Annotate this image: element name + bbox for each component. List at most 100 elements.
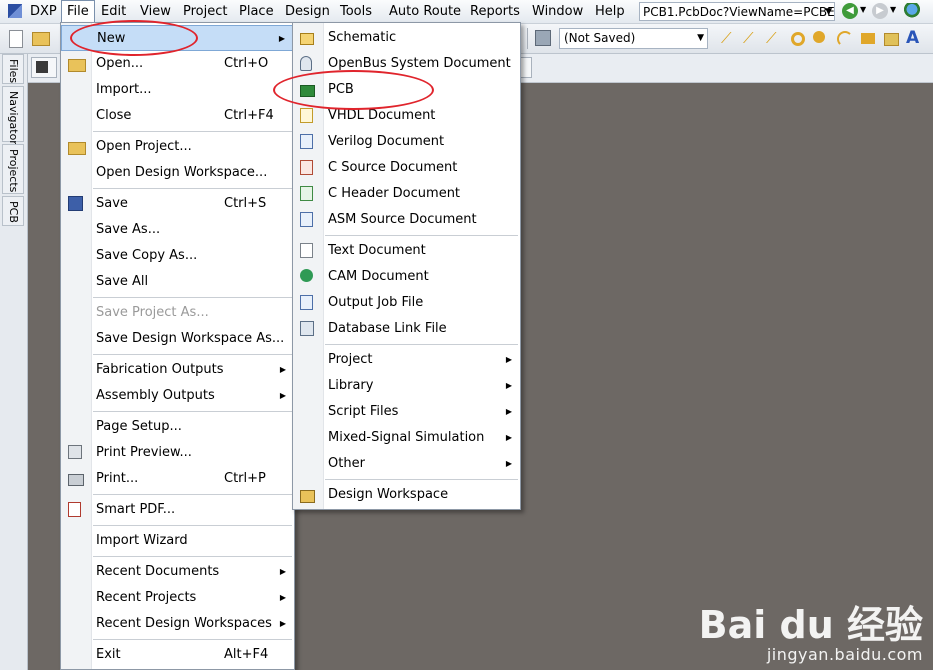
dropdown-arrow-icon: ▼ (697, 33, 704, 43)
new-menu-item-cam-document[interactable]: CAM Document (293, 264, 520, 290)
menu-separator (93, 556, 292, 557)
file-menu-item-close[interactable]: Close Ctrl+F4 (61, 103, 294, 129)
menu-tools[interactable]: Tools (340, 0, 372, 23)
file-menu-item-label: Exit (96, 647, 121, 662)
file-menu-item-import-wizard[interactable]: Import Wizard (61, 528, 294, 554)
file-menu-item-label: Print... (96, 471, 139, 486)
watermark-url: jingyan.baidu.com (766, 645, 923, 664)
menu-separator (325, 235, 518, 236)
place-arc-icon[interactable] (837, 31, 853, 47)
board-insight-icon[interactable] (535, 30, 551, 46)
new-menu-item-asm-source-document[interactable]: ASM Source Document (293, 207, 520, 233)
menu-separator (325, 344, 518, 345)
file-menu-item-label: Recent Documents (96, 564, 220, 579)
document-selector-value: PCB1.PcbDoc?ViewName=PCBE (643, 5, 835, 19)
back-dropdown-icon[interactable]: ▼ (860, 5, 866, 14)
diff-pair-route-icon[interactable]: ⟋ (743, 30, 759, 46)
file-menu-item-label: Recent Design Workspaces (96, 616, 272, 631)
interactive-route-icon[interactable]: ⟋ (721, 30, 737, 46)
place-via-icon[interactable] (813, 31, 825, 43)
menu-auto-route[interactable]: Auto Route (389, 0, 461, 23)
new-menu-item-output-job-file[interactable]: Output Job File (293, 290, 520, 316)
new-document-icon[interactable] (9, 30, 23, 48)
home-icon[interactable] (903, 3, 921, 19)
file-menu-item-open-project[interactable]: Open Project... (61, 134, 294, 160)
file-menu-item-save-design-workspace-as[interactable]: Save Design Workspace As... (61, 326, 294, 352)
file-menu-item-print[interactable]: Print... Ctrl+P (61, 466, 294, 492)
place-pad-icon[interactable] (791, 32, 805, 46)
document-selector[interactable]: PCB1.PcbDoc?ViewName=PCBE ▼ (639, 2, 835, 21)
new-menu-item-script-files[interactable]: Script Files ▶ (293, 399, 520, 425)
file-menu-item-recent-documents[interactable]: Recent Documents ▶ (61, 559, 294, 585)
document-tab[interactable] (31, 57, 57, 78)
file-menu-item-open-design-workspace[interactable]: Open Design Workspace... (61, 160, 294, 186)
new-menu-item-project[interactable]: Project ▶ (293, 347, 520, 373)
menu-window[interactable]: Window (532, 0, 583, 23)
file-menu-item-import[interactable]: Import... (61, 77, 294, 103)
tab-navigator[interactable]: Navigator (2, 86, 24, 145)
new-menu-item-verilog-document[interactable]: Verilog Document (293, 129, 520, 155)
new-menu-item-design-workspace[interactable]: Design Workspace (293, 482, 520, 508)
new-menu-item-text-document[interactable]: Text Document (293, 238, 520, 264)
menu-file[interactable]: File (61, 0, 95, 23)
dxp-logo-icon[interactable] (8, 4, 22, 18)
new-menu-item-library[interactable]: Library ▶ (293, 373, 520, 399)
place-polygon-icon[interactable] (884, 33, 899, 46)
submenu-arrow-icon: ▶ (505, 381, 512, 390)
open-folder-icon[interactable] (32, 32, 50, 46)
new-menu-item-mixed-signal-simulation[interactable]: Mixed-Signal Simulation ▶ (293, 425, 520, 451)
file-menu-item-label: Save As... (96, 222, 161, 237)
file-menu-item-save-all[interactable]: Save All (61, 269, 294, 295)
variant-select[interactable]: (Not Saved) ▼ (559, 28, 708, 49)
file-menu-item-page-setup[interactable]: Page Setup... (61, 414, 294, 440)
file-menu-item-save-copy-as[interactable]: Save Copy As... (61, 243, 294, 269)
file-menu-item-assembly-outputs[interactable]: Assembly Outputs ▶ (61, 383, 294, 409)
new-menu-item-database-link-file[interactable]: Database Link File (293, 316, 520, 342)
file-menu-item-save[interactable]: Save Ctrl+S (61, 191, 294, 217)
menu-separator (93, 188, 292, 189)
design-workspace-icon (300, 490, 315, 503)
c-source-icon (300, 160, 313, 175)
tab-projects[interactable]: Projects (2, 144, 24, 194)
multi-route-icon[interactable]: ⟋ (766, 30, 782, 46)
tab-projects-label: Projects (7, 149, 20, 193)
baidu-watermark: Bai du 经验 jingyan.baidu.com (699, 605, 923, 664)
menu-project[interactable]: Project (183, 0, 227, 23)
new-menu-item-schematic[interactable]: Schematic (293, 25, 520, 51)
forward-icon[interactable]: ▶ (872, 3, 888, 19)
file-menu-item-exit[interactable]: Exit Alt+F4 (61, 642, 294, 668)
menu-design[interactable]: Design (285, 0, 330, 23)
menu-dxp[interactable]: DXP (30, 0, 57, 23)
menu-separator (93, 525, 292, 526)
file-menu-item-label: Save (96, 196, 128, 211)
file-menu-item-recent-projects[interactable]: Recent Projects ▶ (61, 585, 294, 611)
file-menu-item-recent-design-workspaces[interactable]: Recent Design Workspaces ▶ (61, 611, 294, 637)
place-string-icon[interactable]: A (906, 30, 922, 47)
file-menu-item-open[interactable]: Open... Ctrl+O (61, 51, 294, 77)
tab-pcb[interactable]: PCB (2, 196, 24, 226)
submenu-arrow-icon: ▶ (279, 619, 286, 628)
forward-dropdown-icon[interactable]: ▼ (890, 5, 896, 14)
file-menu-item-smart-pdf[interactable]: Smart PDF... (61, 497, 294, 523)
output-job-icon (300, 295, 313, 310)
menu-place[interactable]: Place (239, 0, 274, 23)
menu-separator (325, 479, 518, 480)
new-menu-item-c-header-document[interactable]: C Header Document (293, 181, 520, 207)
new-menu-item-label: ASM Source Document (328, 212, 477, 227)
menu-separator (93, 354, 292, 355)
file-menu-item-fabrication-outputs[interactable]: Fabrication Outputs ▶ (61, 357, 294, 383)
back-icon[interactable]: ◀ (842, 3, 858, 19)
file-menu-item-save-as[interactable]: Save As... (61, 217, 294, 243)
file-menu-item-print-preview[interactable]: Print Preview... (61, 440, 294, 466)
new-menu-item-c-source-document[interactable]: C Source Document (293, 155, 520, 181)
place-fill-icon[interactable] (861, 33, 875, 44)
menu-help[interactable]: Help (595, 0, 625, 23)
tab-files[interactable]: Files (2, 54, 24, 84)
file-menu-item-label: Fabrication Outputs (96, 362, 224, 377)
menu-reports[interactable]: Reports (470, 0, 520, 23)
new-menu-item-label: Mixed-Signal Simulation (328, 430, 485, 445)
new-menu-item-other[interactable]: Other ▶ (293, 451, 520, 477)
new-menu-item-label: Library (328, 378, 374, 393)
file-menu-item-label: Page Setup... (96, 419, 182, 434)
new-menu-item-label: Script Files (328, 404, 399, 419)
